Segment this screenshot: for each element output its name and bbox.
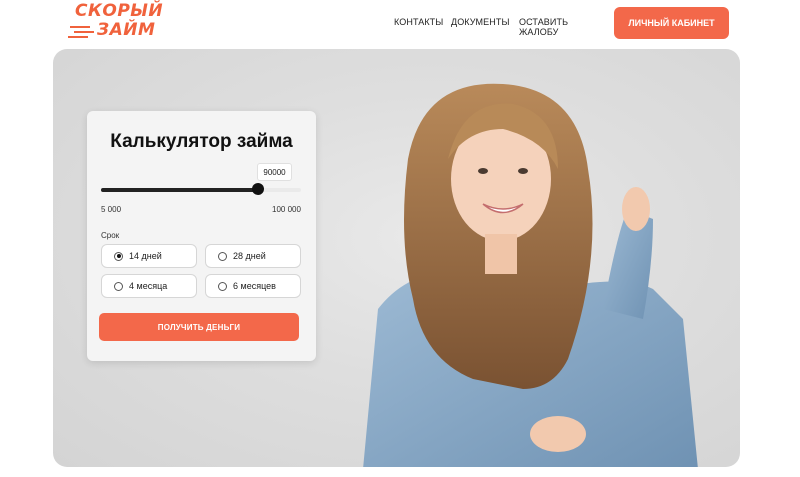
term-option-4-months[interactable]: 4 месяца bbox=[101, 274, 197, 298]
amount-slider-track[interactable] bbox=[101, 188, 301, 192]
term-option-label: 4 месяца bbox=[129, 281, 168, 291]
amount-max-label: 100 000 bbox=[272, 205, 301, 214]
personal-cabinet-button[interactable]: ЛИЧНЫЙ КАБИНЕТ bbox=[614, 7, 729, 39]
speed-lines-icon bbox=[68, 26, 94, 38]
amount-slider-fill bbox=[101, 188, 258, 192]
calculator-title: Калькулятор займа bbox=[110, 131, 293, 152]
radio-icon bbox=[114, 281, 123, 291]
nav-contacts[interactable]: КОНТАКТЫ bbox=[394, 17, 454, 27]
term-option-6-months[interactable]: 6 месяцев bbox=[205, 274, 301, 298]
term-option-28-days[interactable]: 28 дней bbox=[205, 244, 301, 268]
amount-tooltip: 90000 bbox=[257, 163, 292, 181]
brand-line-1: СКОРЫЙ bbox=[75, 1, 164, 21]
nav-documents[interactable]: ДОКУМЕНТЫ bbox=[451, 17, 511, 27]
amount-slider-thumb[interactable] bbox=[252, 183, 264, 195]
term-option-label: 14 дней bbox=[129, 251, 162, 261]
brand-line-2: ЗАЙМ bbox=[97, 20, 156, 40]
nav-complaint[interactable]: ОСТАВИТЬ ЖАЛОБУ bbox=[519, 17, 609, 37]
term-option-label: 28 дней bbox=[233, 251, 266, 261]
radio-icon bbox=[218, 251, 227, 261]
term-option-label: 6 месяцев bbox=[233, 281, 276, 291]
amount-min-label: 5 000 bbox=[101, 205, 122, 214]
term-option-14-days[interactable]: 14 дней bbox=[101, 244, 197, 268]
woman-photo bbox=[363, 83, 698, 467]
radio-icon bbox=[218, 281, 227, 291]
radio-selected-icon bbox=[114, 251, 123, 261]
get-money-button[interactable]: ПОЛУЧИТЬ ДЕНЬГИ bbox=[99, 313, 299, 341]
term-label: Срок bbox=[101, 231, 120, 240]
